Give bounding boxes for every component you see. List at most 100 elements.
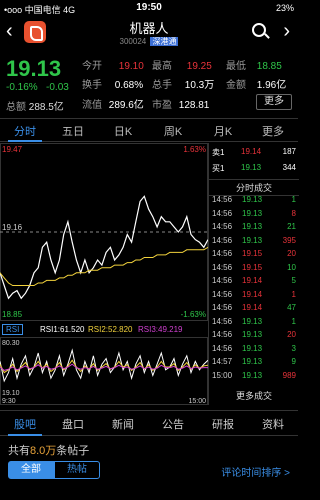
intraday-chart[interactable]: 19.47 1.63% 19.16 18.85 -1.63%: [0, 143, 209, 321]
trade-row: 15:00 19.13 989: [209, 371, 299, 383]
ask-price: 19.14: [241, 147, 262, 156]
rsi-header: RSI RSI1:61.520 RSI2:52.820 RSI3:49.219: [0, 323, 208, 337]
rsi-panel[interactable]: RSI RSI1:61.520 RSI2:52.820 RSI3:49.219 …: [0, 323, 208, 405]
float-cell: 流值 289.6亿: [82, 96, 144, 111]
trade-time: 14:56: [212, 208, 233, 218]
trade-time: 14:56: [212, 330, 233, 339]
tab-announcements[interactable]: 公告: [148, 416, 198, 432]
pe-value: 128.81: [178, 100, 210, 111]
high-label: 最高: [152, 61, 172, 72]
high-cell: 最高 19.25: [152, 57, 212, 72]
ask-qty: 187: [282, 147, 296, 156]
trade-qty: 5: [291, 276, 296, 285]
tab-five-day[interactable]: 五日: [48, 123, 98, 139]
bid-label: 买1: [212, 164, 225, 173]
more-quote-button[interactable]: 更多: [256, 94, 292, 110]
pe-label: 市盈: [152, 100, 172, 111]
battery-label: 23%: [275, 3, 294, 13]
trade-price: 19.13: [242, 316, 263, 326]
rsi-chart-svg: 80.30 19.10 9:30 15:00: [0, 337, 208, 405]
search-icon[interactable]: [252, 23, 266, 37]
more-trades-button[interactable]: 更多成交: [209, 389, 299, 402]
ask-row: 卖1 19.14 187: [209, 147, 299, 159]
bid-row: 买1 19.13 344: [209, 163, 299, 175]
total-value-row: 总额 288.5亿: [6, 98, 64, 113]
trade-time: 14:57: [212, 357, 233, 366]
filter-all-button[interactable]: 全部: [8, 461, 54, 479]
tab-more[interactable]: 更多: [248, 123, 298, 139]
trade-qty: 20: [287, 330, 296, 339]
trade-row: 14:56 19.13 3: [209, 344, 299, 356]
trade-row: 14:56 19.13 21: [209, 222, 299, 234]
trade-row: 14:56 19.13 1: [209, 317, 299, 329]
chart-bottom-right-label: -1.63%: [181, 310, 206, 319]
trade-qty: 9: [291, 357, 296, 366]
trade-price: 19.14: [242, 303, 263, 312]
trade-row: 14:56 19.14 5: [209, 276, 299, 288]
ask-label: 卖1: [212, 148, 225, 157]
price-chart-svg: 19.47 1.63% 19.16 18.85 -1.63%: [0, 143, 209, 321]
trade-price: 19.13: [242, 330, 263, 339]
trade-price: 19.13: [242, 222, 263, 231]
tab-weekly-k[interactable]: 周K: [148, 123, 198, 139]
turnover-value: 0.68%: [114, 80, 144, 91]
tab-forum[interactable]: 股吧: [0, 416, 50, 432]
clock: 19:50: [136, 2, 162, 13]
time-end-label: 15:00: [188, 398, 206, 405]
nav-bar: ‹ 机器人 300024 深港通 ›: [0, 16, 298, 50]
quote-panel: 19.13 -0.16% -0.03 总额 288.5亿 今开 19.10 最高…: [0, 52, 298, 116]
post-count-value: 8.0万: [30, 445, 57, 457]
trade-price: 19.13: [242, 343, 263, 353]
order-book-panel[interactable]: 卖1 19.14 187 买1 19.13 344 分时成交 14:56 19.1…: [208, 143, 299, 405]
trade-qty: 395: [282, 235, 296, 245]
trade-price: 19.14: [242, 276, 263, 285]
active-tab-indicator: [8, 140, 42, 142]
amount-value: 1.96亿: [256, 80, 287, 91]
trade-price: 19.13: [242, 195, 263, 204]
rsi3-label: RSI3:49.219: [138, 325, 183, 334]
pe-cell: 市盈 128.81: [152, 96, 209, 111]
tab-profile[interactable]: 资料: [248, 416, 298, 432]
filter-hot-button[interactable]: 热帖: [54, 461, 100, 479]
total-hands-cell: 总手 10.3万: [152, 76, 214, 91]
change-amount: -0.03: [46, 82, 69, 93]
low-value: 18.85: [256, 61, 282, 72]
high-value: 19.25: [186, 61, 212, 72]
tab-daily-k[interactable]: 日K: [98, 123, 148, 139]
trade-row: 14:56 19.13 1: [209, 195, 299, 207]
sort-order-button[interactable]: 评论时间排序 >: [221, 464, 290, 479]
tab-intraday[interactable]: 分时: [0, 123, 50, 139]
tab-research[interactable]: 研报: [198, 416, 248, 432]
tab-order-book[interactable]: 盘口: [48, 416, 98, 432]
bid-price: 19.13: [241, 163, 262, 172]
trade-time: 14:56: [212, 343, 233, 353]
trade-row: 14:56 19.13 20: [209, 330, 299, 342]
trade-time: 14:56: [212, 276, 233, 285]
trade-time: 14:56: [212, 316, 233, 326]
open-label: 今开: [82, 61, 102, 72]
rsi-bottom-label: 19.10: [2, 390, 20, 397]
total-value: 288.5亿: [28, 102, 64, 113]
price-change: -0.16% -0.03: [6, 82, 69, 93]
low-label: 最低: [226, 61, 246, 72]
amount-label: 金额: [226, 80, 246, 91]
next-stock-chevron-icon[interactable]: ›: [283, 20, 290, 43]
rsi2-label: RSI2:52.820: [88, 325, 133, 334]
info-tabs: 股吧 盘口 新闻 公告 研报 资料: [0, 410, 298, 436]
trade-time: 14:56: [212, 262, 233, 272]
turnover-cell: 换手 0.68%: [82, 76, 143, 91]
trade-price: 19.15: [242, 249, 263, 258]
time-start-label: 9:30: [2, 398, 16, 405]
trade-price: 19.15: [242, 262, 263, 272]
trade-qty: 1: [291, 289, 296, 299]
trade-qty: 10: [287, 262, 296, 272]
float-value: 289.6亿: [108, 100, 144, 111]
trade-price: 19.13: [242, 235, 263, 245]
tab-news[interactable]: 新闻: [98, 416, 148, 432]
rsi-top-label: 80.30: [2, 340, 20, 347]
post-count-prefix: 共有: [8, 445, 30, 457]
tab-monthly-k[interactable]: 月K: [198, 123, 248, 139]
trade-row: 14:56 19.14 1: [209, 290, 299, 302]
trade-qty: 989: [282, 370, 296, 380]
rsi-indicator-tab[interactable]: RSI: [2, 324, 24, 335]
